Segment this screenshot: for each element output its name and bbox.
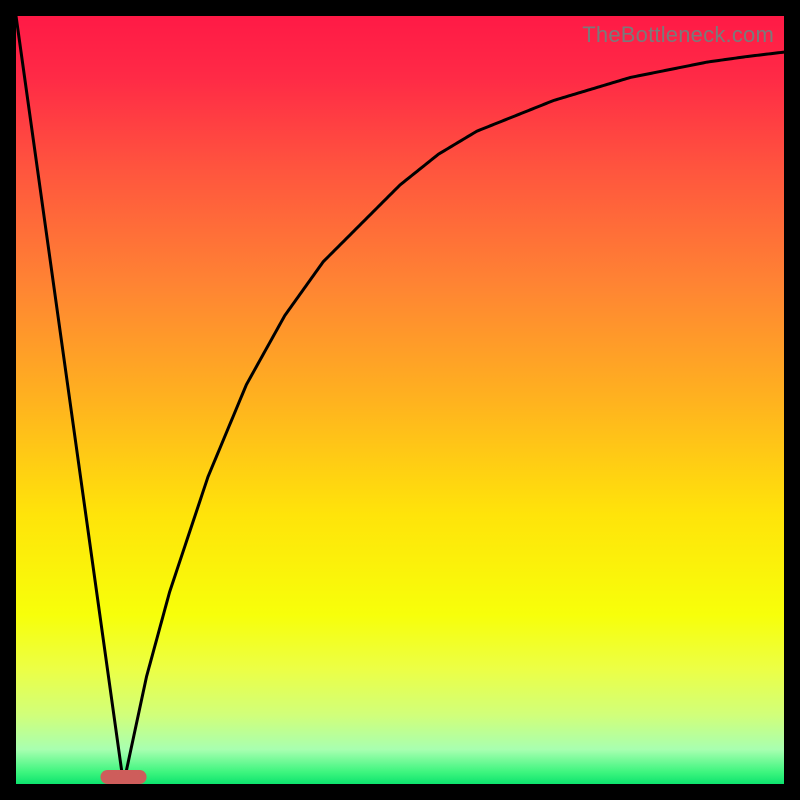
selected-range-marker [100,770,146,784]
plot-area [16,16,784,784]
curve-right [124,52,784,784]
chart-frame: TheBottleneck.com [16,16,784,784]
curves-layer [16,16,784,784]
watermark-text: TheBottleneck.com [582,22,774,48]
curve-left-segment [16,16,124,784]
